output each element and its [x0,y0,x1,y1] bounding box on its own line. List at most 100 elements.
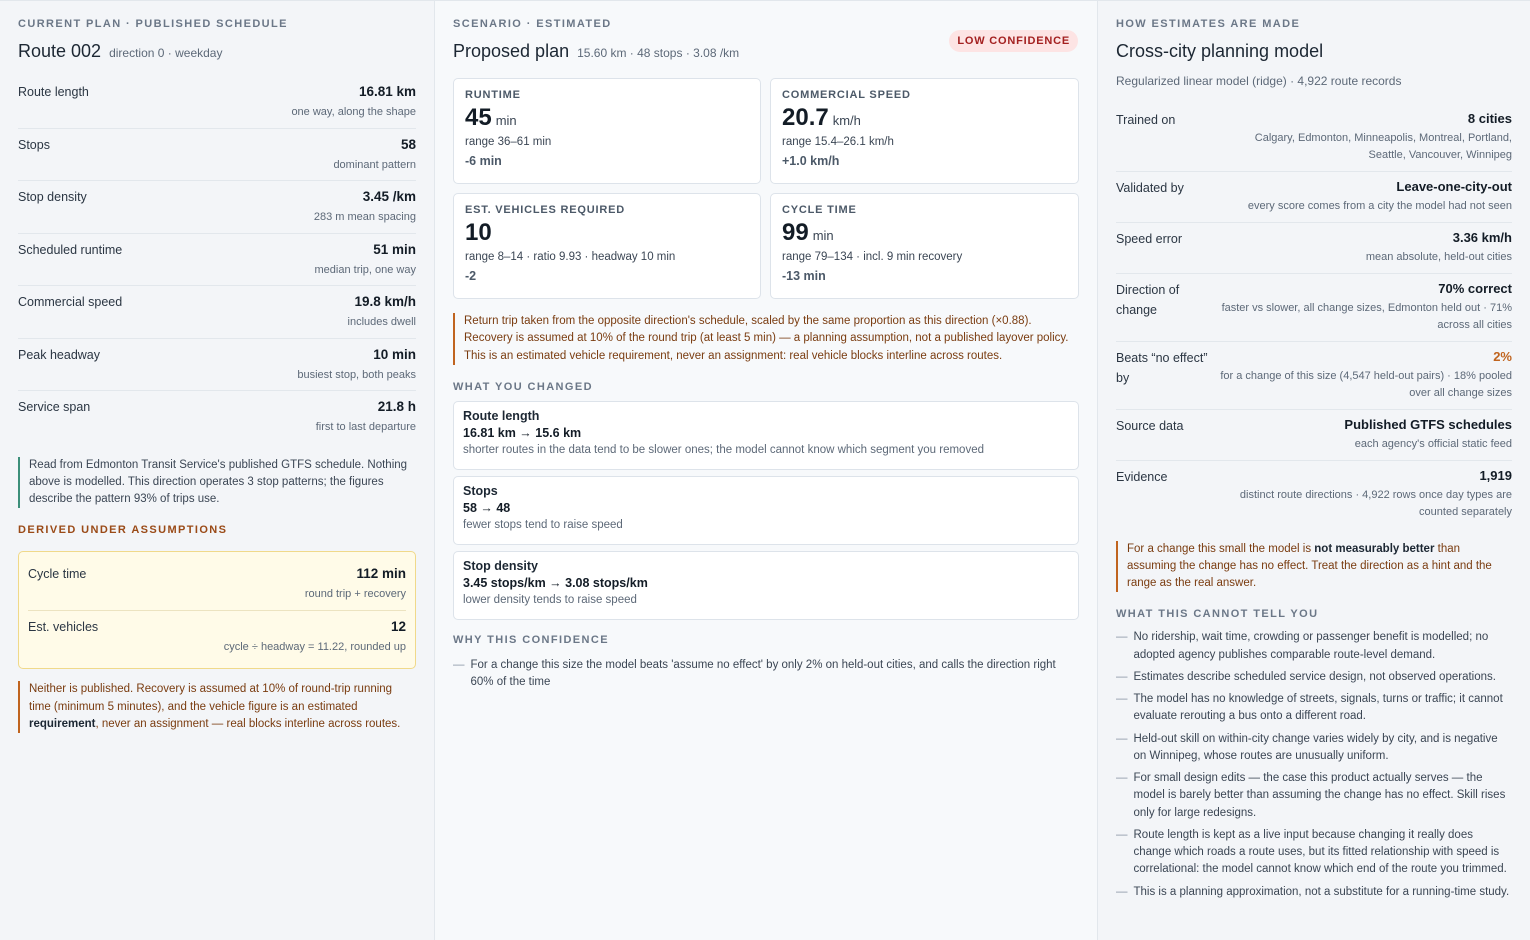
change-label: Stops [463,483,498,498]
model-panel: HOW ESTIMATES ARE MADE Cross-city planni… [1098,0,1530,940]
derived-note-text-end: , never an assignment — real blocks inte… [95,717,401,730]
change-value: 3.45 stops/km → 3.08 stops/km [463,575,648,590]
model-subtitle: Regularized linear model (ridge) · 4,922… [1116,74,1402,88]
derived-note-emphasis: requirement [29,717,96,730]
metric-value: 12 [390,618,406,634]
metric-row: Service span 21.8 h first to last departu… [18,391,416,443]
fact-note: Calgary, Edmonton, Minneapolis, Montreal… [1254,132,1512,162]
fact-note: mean absolute, held-out cities [1365,251,1512,264]
card-unit: min [812,228,834,243]
metric-value: 10 min [373,346,416,362]
metric-label: Est. vehicles [28,619,99,634]
card-value: 99 [782,219,809,246]
fact-value: 1,919 [1479,468,1512,484]
current-plan-eyebrow: CURRENT PLAN · PUBLISHED SCHEDULE [18,18,288,30]
card-delta: -6 min [465,154,502,168]
fact-note: every score comes from a city the model … [1247,200,1512,213]
changes-list: Route length 16.81 km → 15.6 km shorter … [453,400,1079,620]
model-fact-row: Direction of change 70% correct faster vs… [1116,274,1512,343]
estimate-card-vehicles: EST. VEHICLES REQUIRED 10 range 8–14 · r… [453,193,761,299]
change-value: 58 → 48 [463,500,511,515]
model-facts-list: Trained on 8 cities Calgary, Edmonton, Mi… [1116,104,1512,529]
confidence-badge: LOW CONFIDENCE [949,30,1078,52]
route-subtitle: direction 0 · weekday [109,46,223,60]
caution-text: For a change this small the model is [1127,542,1315,555]
dash-marker: — [453,658,465,671]
metric-label: Route length [18,85,89,99]
metric-value: 16.81 km [358,84,416,99]
metric-label: Peak headway [18,347,101,362]
derived-assumptions-box: Cycle time 112 min round trip + recovery … [18,551,416,670]
fact-label: Validated by [1116,181,1184,196]
fact-value: 3.36 km/h [1452,230,1512,246]
cannot-eyebrow: WHAT THIS CANNOT TELL YOU [1116,608,1319,621]
fact-label: Evidence [1116,470,1168,485]
estimate-cards: RUNTIME 45 min range 36–61 min -6 min COM… [453,78,1079,299]
metric-note: cycle ÷ headway = 11.22, rounded up [223,640,406,653]
limitation-text: For small design edits — the case this p… [1133,772,1506,819]
fact-note: for a change of this size (4,547 held-ou… [1220,370,1512,400]
limitation-text: Route length is kept as a live input bec… [1133,828,1507,876]
fact-note: faster vs slower, all change sizes, Edmo… [1221,302,1512,332]
scenario-panel: SCENARIO · ESTIMATED LOW CONFIDENCE Prop… [435,0,1098,940]
change-item: Stop density 3.45 stops/km → 3.08 stops/… [453,550,1079,620]
metric-row: Route length 16.81 km one way, along the … [18,76,416,129]
metric-value: 3.45 /km [362,189,416,204]
caution-emphasis: not measurably better [1314,542,1435,555]
current-plan-heading: Route 002 direction 0 · weekday [18,41,416,62]
dash-marker: — [1116,670,1128,683]
metric-note: round trip + recovery [304,588,406,601]
change-note: lower density tends to raise speed [463,593,637,606]
estimate-card-runtime: RUNTIME 45 min range 36–61 min -6 min [453,78,761,184]
card-range: range 15.4–26.1 km/h [782,136,894,148]
metric-row: Scheduled runtime 51 min median trip, one… [18,234,416,286]
limitation-text: The model has no knowledge of streets, s… [1133,693,1503,723]
change-label: Route length [463,408,540,423]
fact-label: Beats “no effect” by [1116,351,1208,385]
card-delta: +1.0 km/h [782,154,840,168]
derived-note: Neither is published. Recovery is assume… [18,681,416,733]
limitation-item: — This is a planning approximation, not a… [1116,884,1512,901]
metric-note: 283 m mean spacing [313,211,416,223]
change-item: Route length 16.81 km → 15.6 km shorter … [453,400,1079,470]
dash-marker: — [1116,732,1128,745]
limitation-item: — Held-out skill on within-city change va… [1116,731,1512,766]
change-note: fewer stops tend to raise speed [463,518,623,531]
metric-note: busiest stop, both peaks [297,368,416,381]
dash-marker: — [1116,885,1128,898]
fact-note: distinct route directions · 4,922 rows o… [1239,489,1512,519]
card-delta: -13 min [782,269,826,283]
source-note: Read from Edmonton Transit Service's pub… [18,456,416,509]
model-fact-row: Source data Published GTFS schedules each… [1116,410,1512,462]
why-item: — For a change this size the model beats … [453,657,1079,692]
model-fact-row: Trained on 8 cities Calgary, Edmonton, Mi… [1116,104,1512,173]
scenario-subtitle: 15.60 km · 48 stops · 3.08 /km [577,46,740,60]
model-eyebrow: HOW ESTIMATES ARE MADE [1116,18,1301,30]
card-range: range 79–134 · incl. 9 min recovery [782,251,963,263]
scenario-eyebrow: SCENARIO · ESTIMATED [453,18,612,30]
fact-value: Published GTFS schedules [1344,417,1512,433]
fact-label: Speed error [1116,232,1183,247]
fact-label: Source data [1116,419,1184,434]
card-range: range 8–14 · ratio 9.93 · headway 10 min [465,251,676,263]
model-heading: Cross-city planning model [1116,41,1512,62]
card-range: range 36–61 min [465,136,552,148]
metric-label: Scheduled runtime [18,242,123,257]
metric-value: 58 [400,136,416,152]
metric-value: 112 min [356,566,406,582]
change-value: 16.81 km → 15.6 km [463,425,582,440]
limitation-item: — Estimates describe scheduled service de… [1116,669,1512,686]
card-label: CYCLE TIME [782,204,857,216]
fact-label: Direction of change [1116,283,1180,317]
change-note: shorter routes in the data tend to be sl… [463,443,984,456]
fact-label: Trained on [1116,113,1176,127]
metric-value: 19.8 km/h [354,294,416,309]
card-label: EST. VEHICLES REQUIRED [465,204,626,216]
fact-value: 70% correct [1438,281,1512,297]
metric-value: 21.8 h [377,399,416,414]
metric-row: Peak headway 10 min busiest stop, both pe… [18,339,416,391]
limitation-item: — For small design edits — the case this … [1116,770,1512,822]
card-value: 45 [465,104,492,131]
limitation-text: Held-out skill on within-city change var… [1133,732,1498,762]
model-fact-row: Speed error 3.36 km/h mean absolute, held… [1116,223,1512,275]
